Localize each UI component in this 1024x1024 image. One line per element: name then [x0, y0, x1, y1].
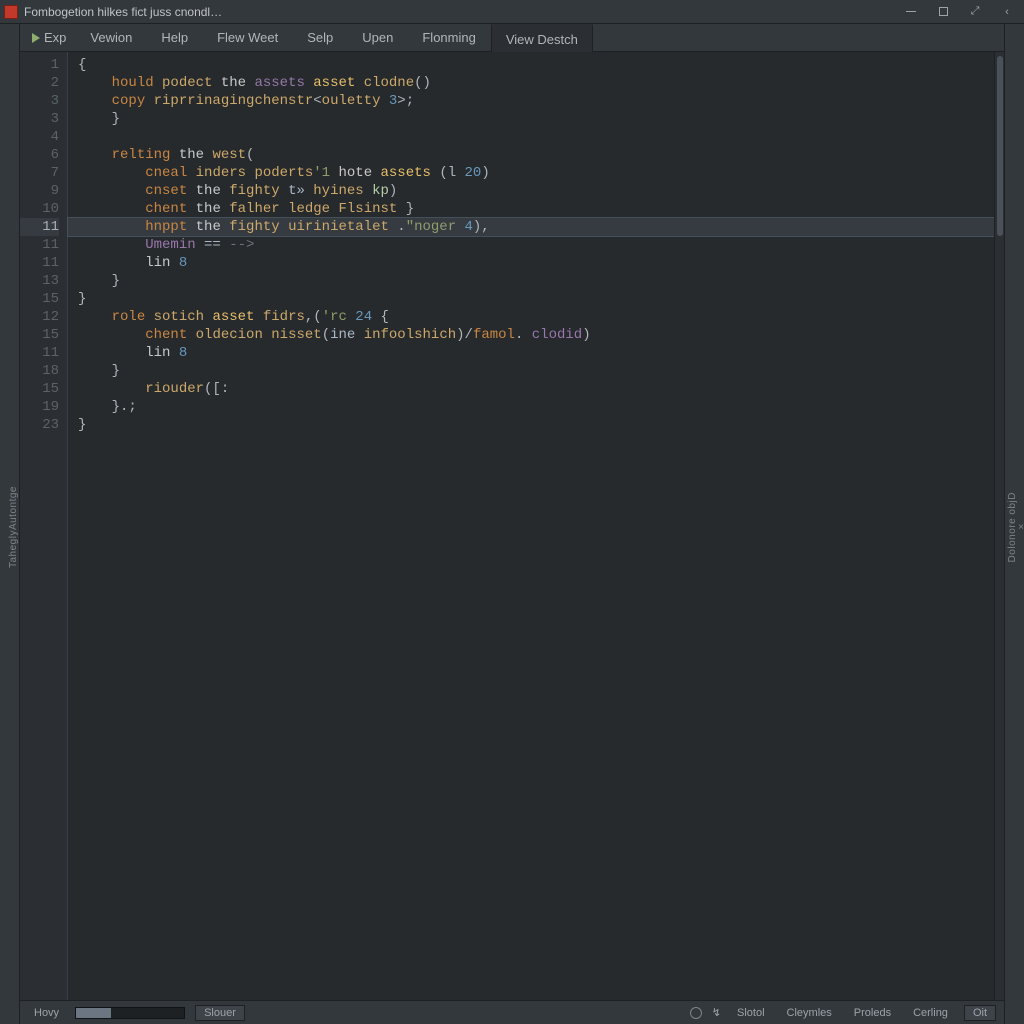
code-line[interactable]: copy riprrinagingchenstr<ouletty 3>;: [78, 92, 1004, 110]
scrollbar-thumb[interactable]: [997, 56, 1003, 236]
right-tool-rail[interactable]: × Dolonore objD: [1004, 24, 1024, 1024]
menu-bar: Exp VewionHelpFlew WeetSelpUpenFlonmingV…: [20, 24, 1004, 52]
code-line[interactable]: cneal inders poderts'1 hote assets (l 20…: [78, 164, 1004, 182]
run-button[interactable]: Exp: [22, 24, 76, 51]
minimize-icon: [906, 11, 916, 12]
footer-item-3[interactable]: Cerling: [907, 1007, 954, 1019]
code-line[interactable]: chent the falher ledge Flsinst }: [78, 200, 1004, 218]
title-bar: Fombogetion hilkes fict juss cnondl… ⤢ ‹: [0, 0, 1024, 24]
notify-icon[interactable]: ↯: [712, 1006, 721, 1019]
code-line[interactable]: }: [78, 272, 1004, 290]
status-box[interactable]: Slouer: [195, 1005, 245, 1021]
vertical-scrollbar[interactable]: [994, 52, 1004, 1000]
maximize-icon: [939, 7, 948, 16]
code-line[interactable]: lin 8: [78, 344, 1004, 362]
menu-item-4[interactable]: Upen: [348, 24, 408, 51]
left-rail-label: TaheglyAutontge: [8, 486, 19, 568]
menu-item-2[interactable]: Flew Weet: [203, 24, 293, 51]
status-bar: Hovy Slouer ↯ Slotol Cleymles Proleds Cerli…: [20, 1000, 1004, 1024]
status-left[interactable]: Hovy: [28, 1007, 65, 1019]
maximize-button[interactable]: [930, 3, 956, 21]
menu-item-3[interactable]: Selp: [293, 24, 348, 51]
status-ok[interactable]: Oit: [964, 1005, 996, 1021]
app-icon: [4, 5, 18, 19]
code-area[interactable]: { hould podect the assets asset clodne()…: [68, 52, 1004, 1000]
code-line[interactable]: hould podect the assets asset clodne(): [78, 74, 1004, 92]
menu-item-5[interactable]: Flonming: [408, 24, 490, 51]
footer-item-2[interactable]: Proleds: [848, 1007, 897, 1019]
sync-icon[interactable]: [690, 1007, 702, 1019]
left-tool-rail[interactable]: TaheglyAutontge: [0, 24, 20, 1024]
minimize-button[interactable]: [898, 3, 924, 21]
line-gutter: 1233467910111111131512151118151923: [20, 52, 68, 1000]
code-line[interactable]: [78, 128, 1004, 146]
play-icon: [32, 33, 40, 43]
footer-item-0[interactable]: Slotol: [731, 1007, 771, 1019]
code-line[interactable]: {: [78, 56, 1004, 74]
menu-item-6[interactable]: View Destch: [491, 24, 593, 52]
code-line[interactable]: relting the west(: [78, 146, 1004, 164]
code-line[interactable]: Umemin == -->: [78, 236, 1004, 254]
progress-bar: [75, 1007, 185, 1019]
right-rail-label: Dolonore objD: [1007, 492, 1018, 562]
code-line[interactable]: lin 8: [78, 254, 1004, 272]
code-line[interactable]: }: [78, 362, 1004, 380]
code-line[interactable]: }.;: [78, 398, 1004, 416]
footer-item-1[interactable]: Cleymles: [781, 1007, 838, 1019]
menu-item-1[interactable]: Help: [147, 24, 203, 51]
progress-fill: [76, 1008, 111, 1018]
window-title: Fombogetion hilkes fict juss cnondl…: [24, 5, 892, 19]
code-line[interactable]: role sotich asset fidrs,('rc 24 {: [78, 308, 1004, 326]
code-line[interactable]: }: [78, 290, 1004, 308]
close-button[interactable]: ‹: [994, 3, 1020, 21]
code-line[interactable]: }: [78, 416, 1004, 434]
code-editor[interactable]: 1233467910111111131512151118151923 { hou…: [20, 52, 1004, 1000]
code-line[interactable]: }: [78, 110, 1004, 128]
code-line[interactable]: chent oldecion nisset(ine infoolshich)/f…: [78, 326, 1004, 344]
code-line[interactable]: cnset the fighty t» hyines kp): [78, 182, 1004, 200]
run-label: Exp: [44, 30, 66, 45]
restore-button[interactable]: ⤢: [962, 3, 988, 21]
close-rail-icon[interactable]: ×: [1018, 522, 1024, 533]
menu-item-0[interactable]: Vewion: [76, 24, 147, 51]
code-line[interactable]: hnppt the fighty uirinietalet ."noger 4)…: [68, 218, 1004, 236]
code-line[interactable]: riouder([:: [78, 380, 1004, 398]
